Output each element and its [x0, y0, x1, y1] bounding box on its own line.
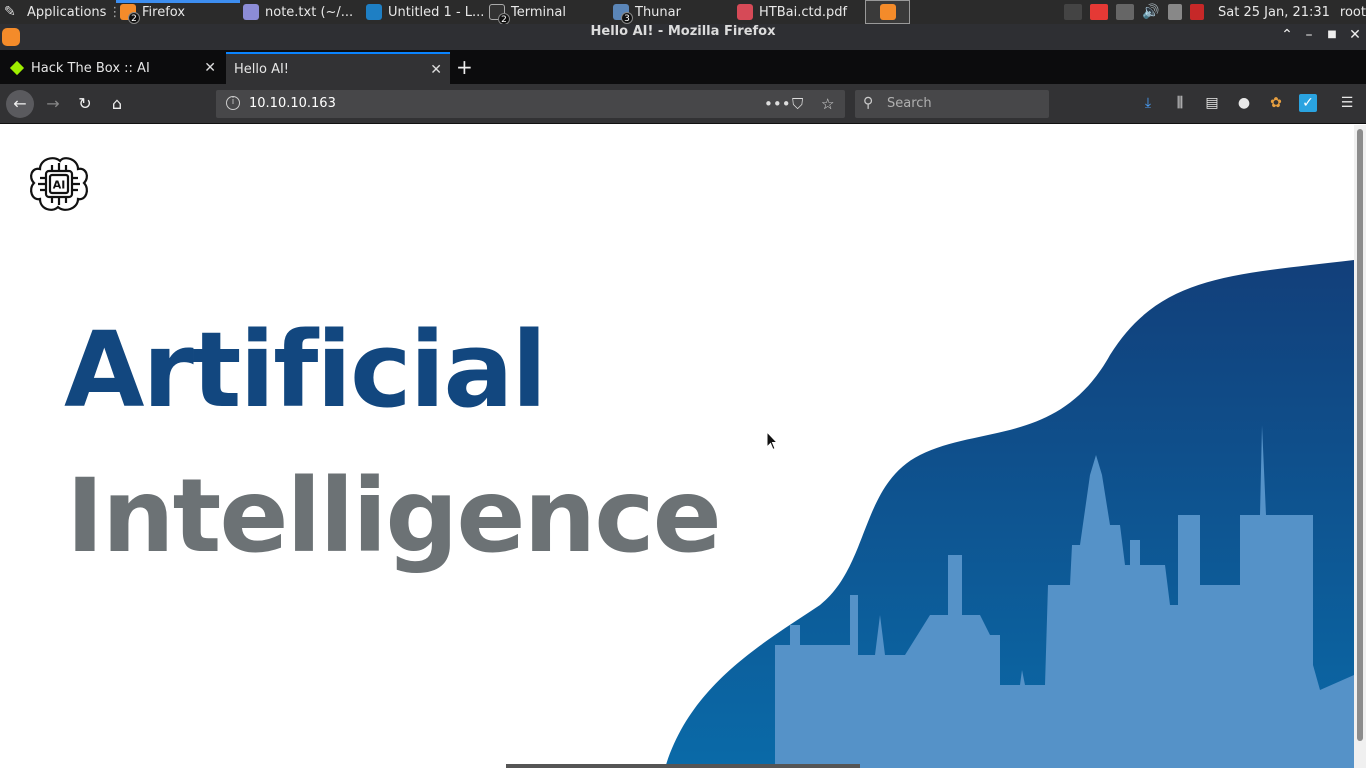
battery-icon[interactable]	[1168, 4, 1183, 20]
pocket-icon[interactable]: ⛉	[792, 95, 803, 113]
window-minimize-button[interactable]: –	[1302, 28, 1316, 42]
sidebar-icon[interactable]: ▤	[1203, 94, 1221, 112]
account-icon[interactable]: ●	[1235, 94, 1253, 112]
navigation-bar: ← → ↻ ⌂ i 10.10.10.163 ••• ⛉ ☆ ⚲ Search …	[0, 84, 1366, 124]
url-bar[interactable]: i 10.10.10.163 ••• ⛉ ☆	[216, 90, 845, 118]
applications-menu[interactable]: ✎ Applications ⋮	[4, 0, 121, 24]
user-label[interactable]: root	[1340, 5, 1366, 20]
applications-icon: ✎	[4, 4, 16, 20]
system-tray: 🔊 Sat 25 Jan, 21:31 root	[1060, 0, 1366, 24]
taskbar-item-thunar[interactable]: 3 Thunar	[613, 0, 681, 24]
taskbar-item-note[interactable]: note.txt (~/...	[243, 0, 353, 24]
taskbar: ✎ Applications ⋮ 2 Firefox note.txt (~/.…	[0, 0, 1366, 25]
hero-wave-skyline	[665, 260, 1354, 768]
horizontal-scrollbar-thumb[interactable]	[506, 764, 860, 768]
htb-favicon-icon	[9, 60, 25, 76]
new-tab-button[interactable]: +	[456, 57, 473, 77]
forward-button[interactable]: →	[41, 92, 65, 116]
extension-icon[interactable]: ✿	[1267, 94, 1285, 112]
tab-hack-the-box[interactable]: Hack The Box :: AI ✕	[0, 52, 224, 84]
firefox-icon: 2	[120, 4, 140, 24]
search-placeholder: Search	[887, 96, 932, 111]
headline-artificial: Artificial	[64, 309, 547, 431]
taskbar-item-firefox[interactable]: 2 Firefox	[120, 0, 185, 24]
tab-strip: Hack The Box :: AI ✕ Hello AI! ✕ +	[0, 50, 1366, 84]
reload-button[interactable]: ↻	[73, 92, 97, 116]
writer-icon	[366, 4, 382, 20]
volume-icon[interactable]: 🔊	[1142, 4, 1160, 20]
menu-icon[interactable]: ☰	[1338, 94, 1356, 112]
page-content: AI Artificial Intelligence	[0, 125, 1354, 768]
url-text[interactable]: 10.10.10.163	[249, 96, 336, 111]
keyboard-icon[interactable]	[1116, 4, 1135, 20]
mouse-cursor-icon	[766, 431, 778, 451]
logo-text: AI	[53, 179, 66, 192]
site-info-icon[interactable]: i	[226, 96, 240, 110]
recorder-icon[interactable]	[1190, 4, 1205, 20]
window-close-button[interactable]: ✕	[1348, 28, 1362, 42]
tab-hello-ai[interactable]: Hello AI! ✕	[226, 52, 450, 84]
search-icon: ⚲	[863, 95, 874, 111]
headline-intelligence: Intelligence	[66, 457, 722, 576]
scrollbar-thumb[interactable]	[1357, 129, 1363, 741]
terminal-icon: 2	[489, 4, 510, 25]
page-actions-icon[interactable]: •••	[764, 95, 791, 113]
applications-label: Applications	[27, 4, 107, 20]
taskbar-item-pdf[interactable]: HTBai.ctd.pdf	[737, 0, 847, 24]
firefox-icon	[879, 4, 896, 20]
taskbar-item-firefox-2[interactable]	[865, 0, 910, 24]
folder-icon: 3	[613, 4, 633, 24]
window-title: Hello AI! - Mozilla Firefox	[590, 24, 776, 39]
extension-2-icon[interactable]: ✓	[1299, 94, 1317, 112]
tab-close-icon[interactable]: ✕	[430, 62, 442, 78]
home-button[interactable]: ⌂	[105, 92, 129, 116]
vertical-scrollbar[interactable]	[1354, 125, 1366, 768]
bookmark-star-icon[interactable]: ☆	[821, 95, 834, 113]
downloads-icon[interactable]: ⤓	[1139, 94, 1157, 112]
tab-close-icon[interactable]: ✕	[204, 60, 216, 76]
taskbar-item-writer[interactable]: Untitled 1 - L...	[366, 0, 484, 24]
window-maximize-button[interactable]: ■	[1325, 28, 1339, 42]
pdf-icon	[737, 4, 753, 20]
back-button[interactable]: ←	[6, 90, 34, 118]
anydesk-icon[interactable]	[1090, 4, 1109, 20]
text-editor-icon	[243, 4, 259, 20]
library-icon[interactable]: ⫼	[1171, 94, 1189, 112]
taskbar-item-terminal[interactable]: 2 Terminal	[489, 0, 566, 25]
clock[interactable]: Sat 25 Jan, 21:31	[1218, 5, 1330, 20]
search-bar[interactable]: ⚲ Search	[855, 90, 1049, 118]
network-icon[interactable]	[1064, 4, 1083, 20]
window-titlebar: Hello AI! - Mozilla Firefox ⌃ – ■ ✕	[0, 24, 1366, 50]
ai-chip-logo-icon: AI	[30, 157, 88, 211]
window-shade-button[interactable]: ⌃	[1280, 28, 1294, 42]
